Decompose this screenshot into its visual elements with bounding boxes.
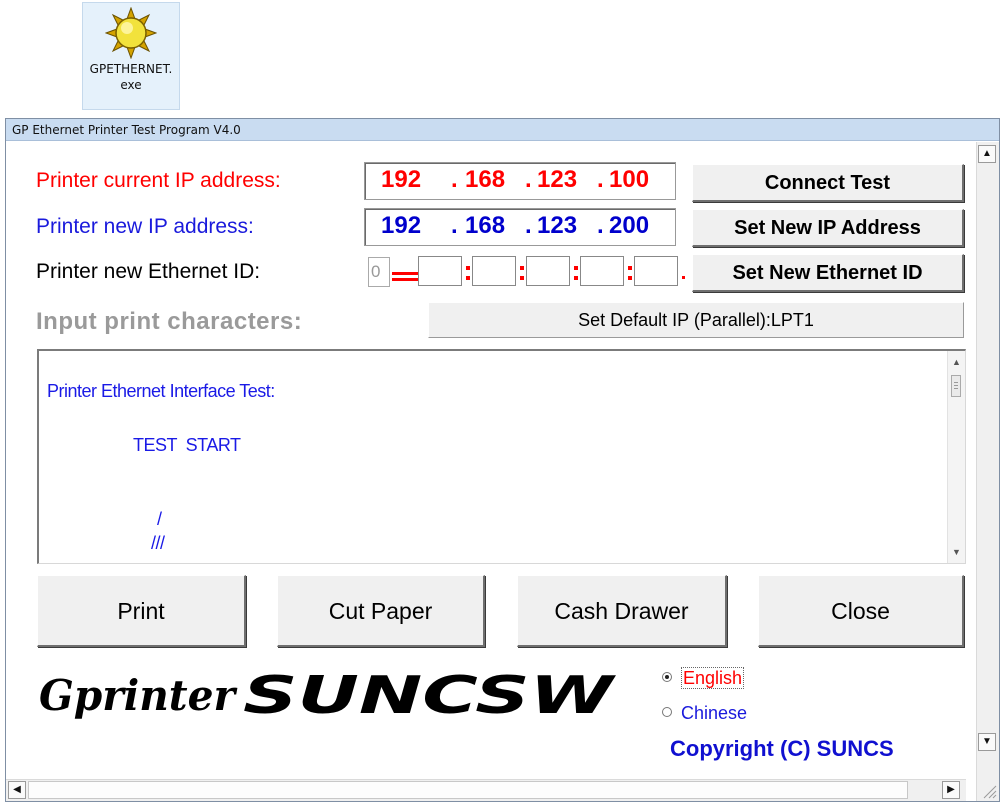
separator-dot <box>628 266 632 270</box>
text-line: / <box>157 509 162 529</box>
ip-dot: . <box>451 166 458 193</box>
cash-drawer-button[interactable]: Cash Drawer <box>517 575 727 647</box>
ip-dot: . <box>525 166 532 193</box>
scroll-thumb[interactable] <box>951 375 961 397</box>
scroll-down-arrow-icon[interactable]: ▼ <box>948 547 965 557</box>
set-new-ip-button[interactable]: Set New IP Address <box>692 209 964 247</box>
language-english-radio[interactable]: English <box>662 667 745 689</box>
separator-dot <box>520 266 524 270</box>
connect-test-button[interactable]: Connect Test <box>692 164 964 202</box>
current-ip-label: Printer current IP address: <box>36 169 281 192</box>
text-line: Printer Ethernet Interface Test: <box>47 381 275 401</box>
new-ip-octet-1[interactable]: 192 <box>381 209 421 243</box>
separator-dot <box>574 266 578 270</box>
brand-logo: Gprinter SUNCSW <box>37 668 627 724</box>
scroll-up-arrow-icon[interactable]: ▲ <box>978 145 996 163</box>
new-ip-octet-3[interactable]: 123 <box>537 209 577 243</box>
separator-dot <box>520 276 524 280</box>
ethernet-id-segment-5[interactable] <box>634 256 678 286</box>
language-english-label: English <box>681 667 745 689</box>
set-default-ip-button[interactable]: Set Default IP (Parallel):LPT1 <box>428 302 964 338</box>
separator-dash <box>392 278 418 281</box>
logo-graphic: Gprinter SUNCSW <box>39 668 617 724</box>
text-area-scrollbar[interactable]: ▲ ▼ <box>947 351 965 563</box>
new-ip-label: Printer new IP address: <box>36 215 254 238</box>
horizontal-scroll-thumb[interactable] <box>28 781 908 799</box>
scroll-left-arrow-icon[interactable]: ◀ <box>8 781 26 799</box>
ethernet-id-segment-1[interactable] <box>418 256 462 286</box>
text-line: TEST START <box>133 435 241 455</box>
scroll-up-arrow-icon[interactable]: ▲ <box>948 357 965 367</box>
desktop-icon-label: GPETHERNET.exe <box>89 62 173 92</box>
desktop-icon-gpethernet[interactable]: GPETHERNET.exe <box>82 2 180 110</box>
language-chinese-label: Chinese <box>681 703 748 723</box>
radio-unselected-icon[interactable] <box>662 707 672 718</box>
ip-dot: . <box>451 212 458 239</box>
app-window: GP Ethernet Printer Test Program V4.0 Pr… <box>5 118 1000 802</box>
radio-selected-icon[interactable] <box>662 672 672 683</box>
new-ip-octet-2[interactable]: 168 <box>465 209 505 243</box>
scroll-down-arrow-icon[interactable]: ▼ <box>978 733 996 751</box>
resize-grip-icon[interactable] <box>979 781 997 799</box>
ethernet-id-segment-0[interactable]: 0 <box>368 257 390 287</box>
copyright-text: Copyright (C) SUNCS <box>670 736 894 761</box>
current-ip-octet-4[interactable]: 100 <box>609 163 649 197</box>
scroll-right-arrow-icon[interactable]: ▶ <box>942 781 960 799</box>
set-new-ethernet-id-button[interactable]: Set New Ethernet ID <box>692 254 964 292</box>
new-ip-octet-4[interactable]: 200 <box>609 209 649 243</box>
ip-dot: . <box>597 166 604 193</box>
close-button[interactable]: Close <box>758 575 964 647</box>
ethernet-id-segment-3[interactable] <box>526 256 570 286</box>
text-line: /// <box>151 533 165 553</box>
separator-dot <box>574 276 578 280</box>
current-ip-octet-2[interactable]: 168 <box>465 163 505 197</box>
print-text-area[interactable]: Printer Ethernet Interface Test: TEST ST… <box>37 349 966 564</box>
ethernet-id-segment-2[interactable] <box>472 256 516 286</box>
window-title: GP Ethernet Printer Test Program V4.0 <box>6 119 999 141</box>
cut-paper-button[interactable]: Cut Paper <box>277 575 485 647</box>
window-vertical-scrollbar[interactable]: ▲ ▼ <box>976 142 999 801</box>
input-print-characters-label: Input print characters: <box>36 308 303 335</box>
separator-dot <box>682 276 685 279</box>
separator-dash <box>392 272 418 275</box>
ethernet-id-label: Printer new Ethernet ID: <box>36 260 261 283</box>
separator-dot <box>466 276 470 280</box>
ethernet-id-segment-4[interactable] <box>580 256 624 286</box>
separator-dot <box>628 276 632 280</box>
window-horizontal-scrollbar[interactable]: ◀ ▶ <box>6 779 966 801</box>
svg-text:Gprinter: Gprinter <box>39 671 238 720</box>
sun-icon <box>105 7 157 59</box>
language-chinese-radio[interactable]: Chinese <box>662 703 747 724</box>
separator-dot <box>466 266 470 270</box>
window-client: Printer current IP address: 192 . 168 . … <box>6 142 999 801</box>
current-ip-octet-1[interactable]: 192 <box>381 163 421 197</box>
print-button[interactable]: Print <box>37 575 246 647</box>
ip-dot: . <box>597 212 604 239</box>
new-ip-field[interactable]: 192 . 168 . 123 . 200 <box>364 208 676 246</box>
current-ip-field[interactable]: 192 . 168 . 123 . 100 <box>364 162 676 200</box>
current-ip-octet-3[interactable]: 123 <box>537 163 577 197</box>
ip-dot: . <box>525 212 532 239</box>
svg-text:SUNCSW: SUNCSW <box>243 668 617 724</box>
